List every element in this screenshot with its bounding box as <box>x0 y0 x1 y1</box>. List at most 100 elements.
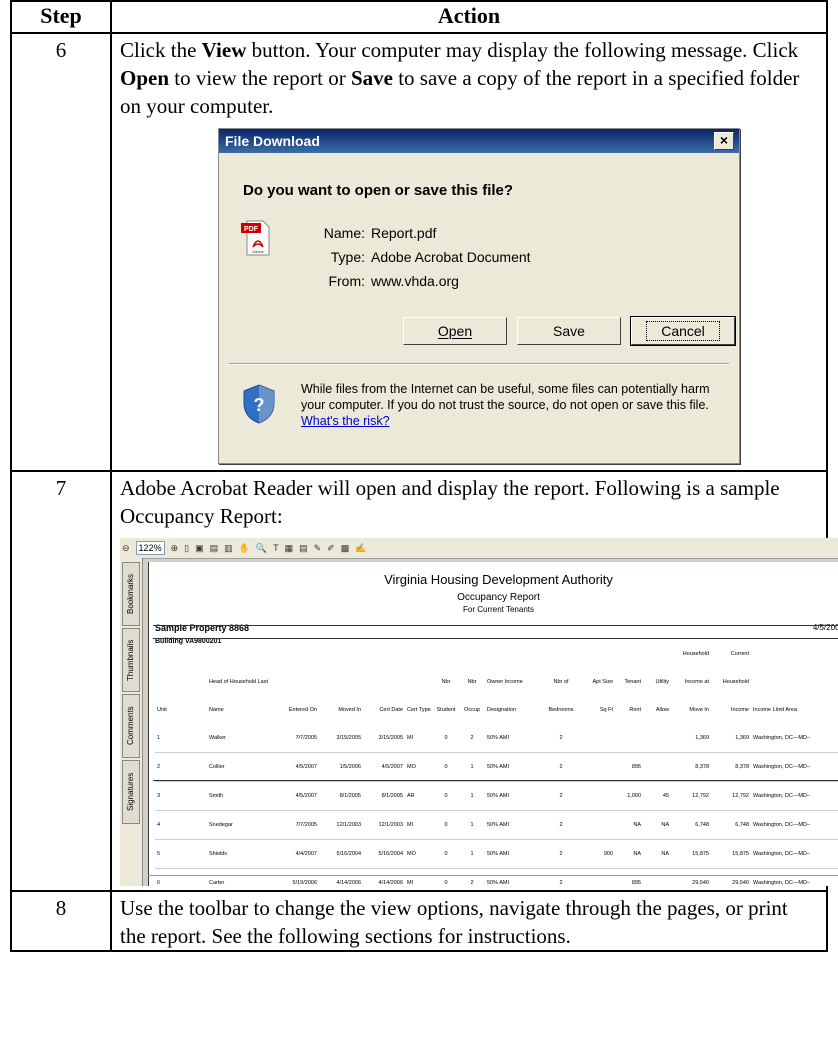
table-cell: MO <box>405 839 433 869</box>
occupancy-table: Unit Head of Household Last Name Entered O… <box>155 640 838 886</box>
pencil-icon[interactable]: ✎ <box>314 538 322 558</box>
column-header: Current Household Income <box>722 651 749 713</box>
zoom-out-icon[interactable]: ⊖ <box>122 538 130 558</box>
column-header: Household Income at Move In <box>682 651 709 713</box>
continuous-icon[interactable]: ▥ <box>224 538 233 558</box>
table-cell: AR <box>405 781 433 811</box>
table-cell: 12/1/2003 <box>319 810 363 840</box>
zoom-tool-icon[interactable]: 🔍 <box>256 538 267 558</box>
table-cell: 0 <box>433 724 459 753</box>
table-cell: NA <box>643 810 671 840</box>
open-button[interactable]: Open <box>403 317 507 345</box>
table-cell: 2 <box>539 781 583 811</box>
step-7-instruction: Adobe Acrobat Reader will open and displ… <box>120 476 780 528</box>
table-cell: 4/5/2007 <box>363 752 405 782</box>
table-cell: 50% AMI <box>485 752 539 782</box>
table-cell: MI <box>405 868 433 886</box>
comments-tab[interactable]: Comments <box>122 694 140 758</box>
stamp-icon[interactable]: ▩ <box>341 538 350 558</box>
table-cell: 8/1/2005 <box>319 781 363 811</box>
sign-icon[interactable]: ✍ <box>355 538 366 558</box>
table-row: 4 Snedegar 7/7/2005 12/1/2003 12/1/2003 MI 0 1 5… <box>155 810 838 840</box>
table-cell: Washington, DC—MD– <box>751 752 838 782</box>
from-label: From: <box>328 273 365 289</box>
table-cell: 4/5/2007 <box>275 752 319 782</box>
column-header: Head of Household Last Name <box>209 679 269 713</box>
table-cell: 0 <box>433 752 459 782</box>
table-cell: 5/19/2006 <box>275 868 319 886</box>
table-cell: 2 <box>539 752 583 782</box>
table-cell: 2 <box>459 868 485 886</box>
step-header: Step <box>10 0 112 34</box>
table-cell: 3/15/2005 <box>363 724 405 753</box>
thumbnails-tab[interactable]: Thumbnails <box>122 628 140 692</box>
hand-tool-icon[interactable]: ✋ <box>239 538 250 558</box>
header-row: Step Action <box>10 0 828 34</box>
dialog-question: Do you want to open or save this file? <box>243 182 514 199</box>
table-cell: Collier <box>207 752 275 782</box>
svg-text:Adobe: Adobe <box>252 249 264 254</box>
step-row: 7 Adobe Acrobat Reader will open and dis… <box>10 470 838 892</box>
zoom-in-icon[interactable]: ⊕ <box>171 538 179 558</box>
table-cell: Smith <box>207 781 275 811</box>
table-cell: 1 <box>459 839 485 869</box>
table-row: 6 Carter 5/19/2006 4/14/2006 4/14/2006 MI 0 2 50… <box>155 868 838 886</box>
bookmarks-tab[interactable]: Bookmarks <box>122 562 140 626</box>
table-cell <box>615 724 643 753</box>
close-icon[interactable]: × <box>714 132 734 150</box>
dialog-title: File Download <box>225 133 320 149</box>
table-cell: 2 <box>459 724 485 753</box>
table-cell: 50% AMI <box>485 868 539 886</box>
side-tabs: Bookmarks Thumbnails Comments Signatures <box>120 558 143 886</box>
fit-width-icon[interactable]: ▤ <box>210 538 219 558</box>
column-header: Nbr Occup <box>464 679 480 713</box>
table-cell: 5 <box>155 839 207 869</box>
table-cell: 895 <box>615 868 643 886</box>
divider <box>148 875 838 876</box>
action-cell: Click the View button. Your computer may… <box>110 32 828 472</box>
fit-page-icon[interactable]: ▣ <box>195 538 204 558</box>
action-cell: Adobe Acrobat Reader will open and displ… <box>110 470 838 892</box>
security-warning: While files from the Internet can be use… <box>301 382 710 428</box>
divider <box>153 625 838 626</box>
table-cell: 5/16/2004 <box>363 839 405 869</box>
occupancy-header-row: Unit Head of Household Last Name Entered O… <box>155 640 838 724</box>
table-cell <box>583 810 615 840</box>
acrobat-reader-window: ⊖ 122% ⊕ ▯ ▣ ▤ ▥ ✋ 🔍 T ▦ ▤ ✎ ✐ ▩ ✍ Bookmarks Thumbnails… <box>120 538 838 886</box>
report-subtitle-2: For Current Tenants <box>463 605 534 614</box>
table-cell: 45 <box>643 781 671 811</box>
table-cell: 3/15/2005 <box>319 724 363 753</box>
text-tool-icon[interactable]: T <box>273 538 279 558</box>
table-cell: Washington, DC—MD– <box>751 868 838 886</box>
column-header: Cert Type <box>407 707 431 713</box>
table-cell: 2 <box>539 868 583 886</box>
table-cell: Washington, DC—MD– <box>751 839 838 869</box>
table-cell <box>583 724 615 753</box>
risk-link[interactable]: What's the risk? <box>301 414 390 428</box>
table-row: 2 Collier 4/5/2007 1/5/2006 4/5/2007 MO 0 1 50% … <box>155 752 838 782</box>
table-cell: 1 <box>155 724 207 753</box>
table-cell: 29,640 <box>671 868 711 886</box>
signatures-tab[interactable]: Signatures <box>122 760 140 824</box>
table-cell: 50% AMI <box>485 810 539 840</box>
table-cell: 3 <box>155 781 207 811</box>
column-header: Moved In <box>338 707 361 713</box>
cancel-button[interactable]: Cancel <box>630 316 736 346</box>
table-cell: 4/5/2007 <box>275 781 319 811</box>
table-cell: 8,378 <box>671 752 711 782</box>
page-icon[interactable]: ▯ <box>184 538 189 558</box>
save-button[interactable]: Save <box>517 317 621 345</box>
zoom-field[interactable]: 122% <box>135 541 165 555</box>
step-row: 8 Use the toolbar to change the view opt… <box>10 890 828 952</box>
table-cell: 4/4/2007 <box>275 839 319 869</box>
table-cell: 1,000 <box>615 781 643 811</box>
table-cell: 6,748 <box>671 810 711 840</box>
highlight-icon[interactable]: ✐ <box>327 538 335 558</box>
table-row: 1 Walker 7/7/2005 3/15/2005 3/15/2005 MI 0 2 50%… <box>155 724 838 753</box>
table-cell: Washington, DC—MD– <box>751 810 838 840</box>
table-cell: 12/1/2003 <box>363 810 405 840</box>
snapshot-icon[interactable]: ▦ <box>285 538 294 558</box>
note-icon[interactable]: ▤ <box>299 538 308 558</box>
table-cell: 6 <box>155 868 207 886</box>
table-cell: 895 <box>615 752 643 782</box>
